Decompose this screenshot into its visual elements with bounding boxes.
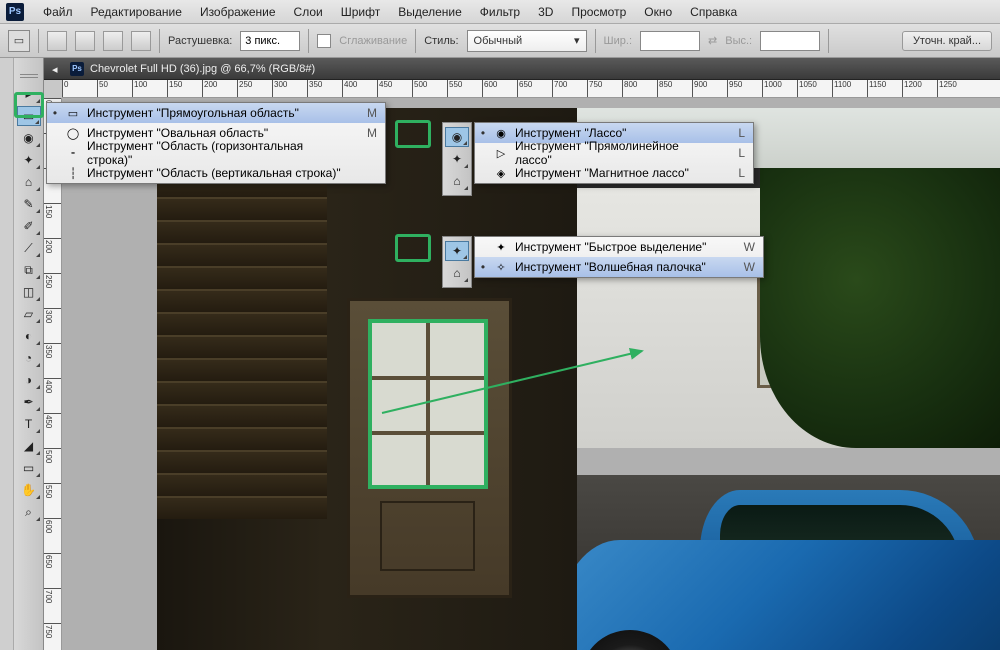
wand-tool[interactable]: ✦ <box>17 150 41 170</box>
marquee-tool[interactable]: ▭ <box>17 106 41 126</box>
col-marquee-icon: ┆ <box>65 165 81 181</box>
healing-tool[interactable]: ✐ <box>17 216 41 236</box>
app-logo: Ps <box>6 3 24 21</box>
selection-subtract-icon[interactable] <box>103 31 123 51</box>
marquee-col-tool-item[interactable]: ┆Инструмент "Область (вертикальная строк… <box>47 163 385 183</box>
menu-select[interactable]: Выделение <box>389 5 471 19</box>
antialias-checkbox[interactable] <box>317 34 331 48</box>
crop-tool-float2[interactable]: ⌂ <box>445 263 469 283</box>
marquee-row-tool-item[interactable]: ⁃Инструмент "Область (горизонтальная стр… <box>47 143 385 163</box>
antialias-label: Сглаживание <box>339 35 407 47</box>
ps-doc-icon: Ps <box>70 62 84 76</box>
menu-image[interactable]: Изображение <box>191 5 285 19</box>
stairs <box>157 128 327 548</box>
wand-tool-float[interactable]: ✦ <box>445 149 469 169</box>
pen-tool[interactable]: ✒ <box>17 392 41 412</box>
width-label: Шир.: <box>604 35 632 47</box>
marquee-rect-tool-item[interactable]: •▭Инструмент "Прямоугольная область"M <box>47 103 385 123</box>
swap-wh-icon: ⇄ <box>708 34 717 47</box>
height-input <box>760 31 820 51</box>
zoom-tool[interactable]: ⌕ <box>17 502 41 522</box>
menu-filter[interactable]: Фильтр <box>471 5 529 19</box>
panel-dock-left <box>0 58 14 650</box>
row-marquee-icon: ⁃ <box>65 145 81 161</box>
poly-lasso-icon: ▷ <box>493 145 509 161</box>
ellipse-marquee-icon: ◯ <box>65 125 81 141</box>
document-title: Chevrolet Full HD (36).jpg @ 66,7% (RGB/… <box>90 63 315 75</box>
wand-floating-toolbar: ✦ ⌂ <box>442 236 472 288</box>
menu-bar: Ps Файл Редактирование Изображение Слои … <box>0 0 1000 24</box>
magic-wand-tool-item[interactable]: •✧Инструмент "Волшебная палочка"W <box>475 257 763 277</box>
gradient-tool[interactable]: ◐ <box>17 326 41 346</box>
annotation-arrow <box>382 343 662 428</box>
canvas-area: ◂ Ps Chevrolet Full HD (36).jpg @ 66,7% … <box>44 58 1000 650</box>
menu-file[interactable]: Файл <box>34 5 82 19</box>
height-label: Выс.: <box>725 35 752 47</box>
selection-new-icon[interactable] <box>47 31 67 51</box>
poly-lasso-tool-item[interactable]: ▷Инструмент "Прямолинейное лассо"L <box>475 143 753 163</box>
shape-tool[interactable]: ▭ <box>17 458 41 478</box>
dodge-tool[interactable]: ◑ <box>17 370 41 390</box>
lasso-floating-toolbar: ◉ ✦ ⌂ <box>442 122 472 196</box>
ruler-horizontal[interactable]: 0501001502002503003504004505005506006507… <box>62 80 1000 98</box>
quick-select-tool-item[interactable]: ✦Инструмент "Быстрое выделение"W <box>475 237 763 257</box>
lasso-tool-float[interactable]: ◉ <box>445 127 469 147</box>
menu-edit[interactable]: Редактирование <box>82 5 191 19</box>
magnetic-lasso-icon: ◈ <box>493 165 509 181</box>
lasso-tool[interactable]: ◉ <box>17 128 41 148</box>
menu-type[interactable]: Шрифт <box>332 5 389 19</box>
document-tab[interactable]: ◂ Ps Chevrolet Full HD (36).jpg @ 66,7% … <box>44 58 1000 80</box>
menu-window[interactable]: Окно <box>635 5 681 19</box>
options-bar: ▭ Растушевка: Сглаживание Стиль: Обычный… <box>0 24 1000 58</box>
marquee-flyout: •▭Инструмент "Прямоугольная область"M ◯И… <box>46 102 386 184</box>
wand-tool-float2[interactable]: ✦ <box>445 241 469 261</box>
brush-tool[interactable]: ⟋ <box>17 238 41 258</box>
stamp-tool[interactable]: ⧉ <box>17 260 41 280</box>
menu-3d[interactable]: 3D <box>529 5 562 19</box>
move-tool[interactable]: ▸ <box>17 84 41 104</box>
style-select[interactable]: Обычный▾ <box>467 30 587 52</box>
style-label: Стиль: <box>424 35 458 47</box>
menu-help[interactable]: Справка <box>681 5 746 19</box>
wand-flyout: ✦Инструмент "Быстрое выделение"W •✧Инстр… <box>474 236 764 278</box>
tab-grip-icon: ◂ <box>52 63 64 75</box>
refine-edge-button[interactable]: Уточн. край... <box>902 31 992 51</box>
path-tool[interactable]: ◢ <box>17 436 41 456</box>
workspace: ▸ ▭ ◉ ✦ ⌂ ✎ ✐ ⟋ ⧉ ◫ ▱ ◐ ◔ ◑ ✒ T ◢ ▭ ✋ ⌕ … <box>0 58 1000 650</box>
magic-wand-icon: ✧ <box>493 259 509 275</box>
car <box>520 480 1000 650</box>
rect-marquee-icon: ▭ <box>65 105 81 121</box>
quick-select-icon: ✦ <box>493 239 509 255</box>
eraser-tool[interactable]: ▱ <box>17 304 41 324</box>
crop-tool-float[interactable]: ⌂ <box>445 171 469 191</box>
menu-view[interactable]: Просмотр <box>562 5 635 19</box>
lasso-icon: ◉ <box>493 125 509 141</box>
type-tool[interactable]: T <box>17 414 41 434</box>
hand-tool[interactable]: ✋ <box>17 480 41 500</box>
magnetic-lasso-tool-item[interactable]: ◈Инструмент "Магнитное лассо"L <box>475 163 753 183</box>
chevron-down-icon: ▾ <box>574 34 580 47</box>
feather-label: Растушевка: <box>168 35 232 47</box>
blur-tool[interactable]: ◔ <box>17 348 41 368</box>
feather-input[interactable] <box>240 31 300 51</box>
panel-grip-icon[interactable] <box>20 74 38 78</box>
selection-add-icon[interactable] <box>75 31 95 51</box>
eyedropper-tool[interactable]: ✎ <box>17 194 41 214</box>
crop-tool[interactable]: ⌂ <box>17 172 41 192</box>
width-input <box>640 31 700 51</box>
selection-intersect-icon[interactable] <box>131 31 151 51</box>
history-brush-tool[interactable]: ◫ <box>17 282 41 302</box>
tools-panel: ▸ ▭ ◉ ✦ ⌂ ✎ ✐ ⟋ ⧉ ◫ ▱ ◐ ◔ ◑ ✒ T ◢ ▭ ✋ ⌕ <box>14 58 44 650</box>
marquee-tool-preset-icon[interactable]: ▭ <box>8 30 30 52</box>
menu-layers[interactable]: Слои <box>285 5 332 19</box>
lasso-flyout: •◉Инструмент "Лассо"L ▷Инструмент "Прямо… <box>474 122 754 184</box>
